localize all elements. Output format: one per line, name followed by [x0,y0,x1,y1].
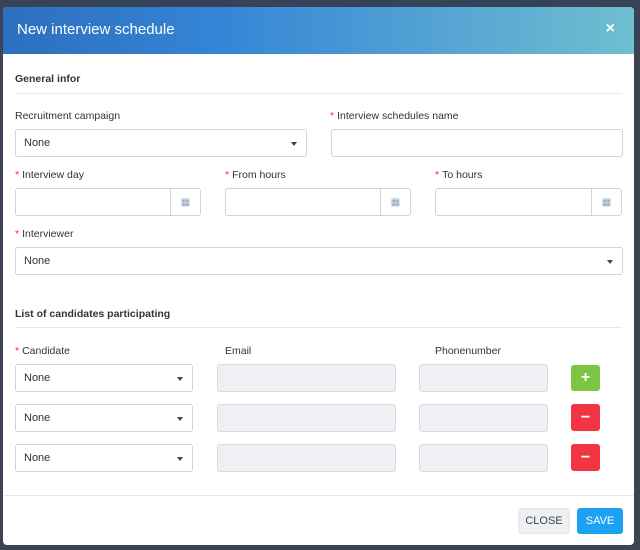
caret-down-icon [177,417,183,421]
caret-down-icon [177,457,183,461]
selected-value: None [24,372,50,384]
recruitment-campaign-label: Recruitment campaign [15,110,120,122]
required-mark: * [330,110,334,122]
required-mark: * [15,345,19,357]
email-input[interactable] [217,364,396,392]
to-hours-label: *To hours [435,169,482,181]
candidates-heading: List of candidates participating [15,308,170,320]
divider [15,93,622,94]
remove-candidate-button[interactable]: − [571,404,600,431]
general-info-heading: General infor [15,73,80,85]
interview-day-label: *Interview day [15,169,84,181]
phone-input[interactable] [419,444,548,472]
phone-input[interactable] [419,404,548,432]
from-hours-label: *From hours [225,169,286,181]
label-text: From hours [232,169,286,181]
remove-candidate-button[interactable]: − [571,444,600,471]
recruitment-campaign-select[interactable]: None [15,129,307,157]
from-hours-input[interactable]: ▦ [225,188,411,216]
caret-down-icon [607,260,613,264]
label-text: Interview schedules name [337,110,458,122]
interview-day-input[interactable]: ▦ [15,188,201,216]
selected-value: None [24,255,50,267]
label-text: To hours [442,169,482,181]
modal-header: New interview schedule × [3,7,634,54]
required-mark: * [225,169,229,181]
candidate-select[interactable]: None [15,364,193,392]
email-input[interactable] [217,444,396,472]
close-icon[interactable]: × [606,20,615,38]
caret-down-icon [291,142,297,146]
calendar-icon[interactable]: ▦ [591,189,621,215]
email-input[interactable] [217,404,396,432]
add-candidate-button[interactable]: + [571,365,600,391]
phone-column-label: Phonenumber [435,345,501,357]
schedule-name-input[interactable] [331,129,623,157]
footer-divider [3,495,634,496]
email-column-label: Email [225,345,251,357]
interviewer-label: *Interviewer [15,228,73,240]
caret-down-icon [177,377,183,381]
save-button[interactable]: SAVE [577,508,623,534]
required-mark: * [435,169,439,181]
selected-value: None [24,412,50,424]
candidate-column-label: *Candidate [15,345,70,357]
required-mark: * [15,228,19,240]
to-hours-input[interactable]: ▦ [435,188,622,216]
modal-title: New interview schedule [17,21,175,38]
interviewer-select[interactable]: None [15,247,623,275]
phone-input[interactable] [419,364,548,392]
new-interview-schedule-modal: New interview schedule × General infor R… [3,7,634,545]
selected-value: None [24,137,50,149]
calendar-icon[interactable]: ▦ [170,189,200,215]
label-text: Interview day [22,169,84,181]
label-text: Interviewer [22,228,73,240]
schedule-name-label: *Interview schedules name [330,110,459,122]
label-text: Candidate [22,345,70,357]
close-button[interactable]: CLOSE [518,508,570,534]
candidate-select[interactable]: None [15,404,193,432]
divider [15,327,622,328]
calendar-icon[interactable]: ▦ [380,189,410,215]
required-mark: * [15,169,19,181]
selected-value: None [24,452,50,464]
candidate-select[interactable]: None [15,444,193,472]
